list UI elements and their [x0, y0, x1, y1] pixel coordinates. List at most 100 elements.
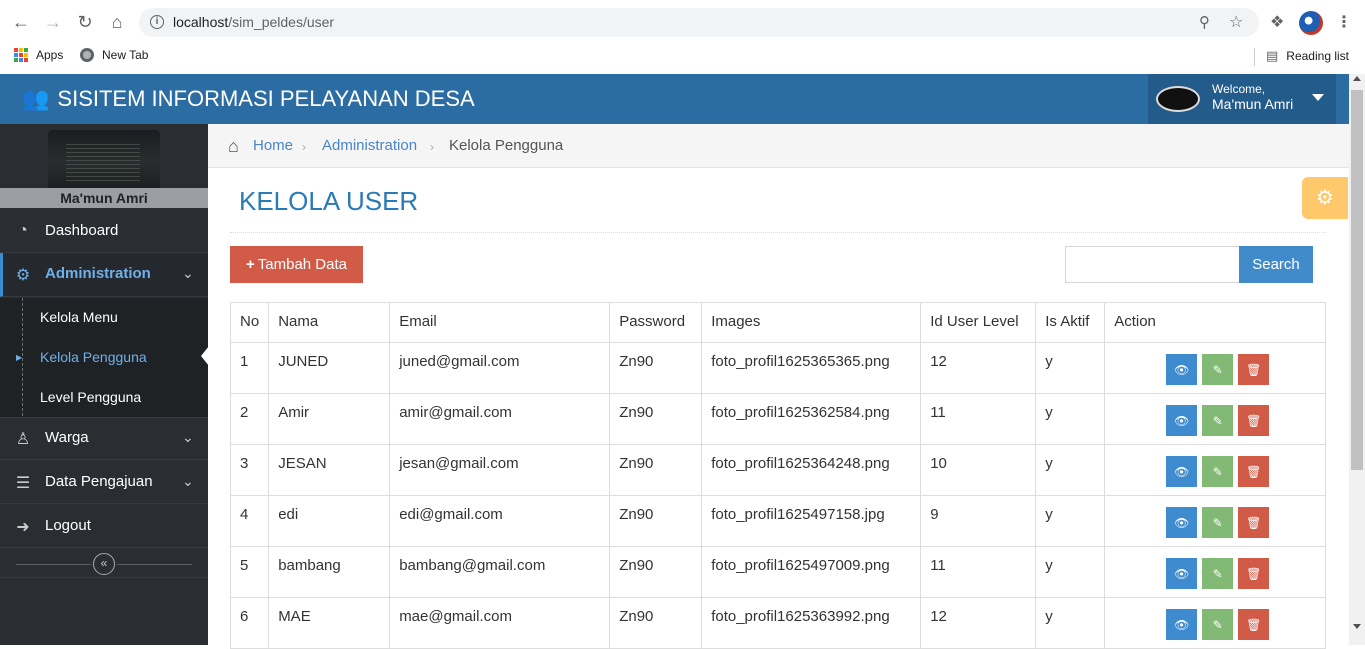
column-header-nama[interactable]: Nama: [268, 302, 391, 343]
view-button[interactable]: 👁: [1166, 354, 1198, 385]
address-bar[interactable]: i localhost/sim_peldes/user ⚲ ☆: [139, 8, 1259, 37]
search-button[interactable]: Search: [1239, 246, 1313, 283]
forward-icon[interactable]: →: [41, 10, 65, 34]
cell-email: jesan@gmail.com: [389, 444, 611, 496]
edit-button[interactable]: ✎: [1202, 507, 1234, 538]
cell-nama: MAE: [268, 597, 391, 649]
home-icon[interactable]: ⌂: [105, 10, 129, 34]
bookmark-star-icon[interactable]: ☆: [1229, 12, 1243, 32]
cell-id-user-level: 12: [920, 342, 1037, 394]
edit-icon: ✎: [1212, 464, 1223, 479]
caret-down-icon: [1312, 94, 1324, 101]
back-icon[interactable]: ←: [9, 10, 33, 34]
sidebar-user-name: Ma'mun Amri: [0, 188, 208, 208]
breadcrumb-home[interactable]: Home: [253, 137, 293, 154]
edit-button[interactable]: ✎: [1202, 405, 1234, 436]
browser-menu-icon[interactable]: ⋮: [1336, 12, 1352, 32]
edit-button[interactable]: ✎: [1202, 558, 1234, 589]
sidebar: Ma'mun Amri ◔ Dashboard ⚙ Administration…: [0, 124, 208, 645]
extensions-icon[interactable]: ❖: [1270, 12, 1284, 32]
cell-password: Zn90: [609, 495, 703, 547]
cell-nama: JUNED: [268, 342, 391, 394]
user-menu[interactable]: Welcome, Ma'mun Amri: [1148, 74, 1336, 124]
home-icon[interactable]: ⌂: [228, 136, 239, 157]
sidebar-item-administration[interactable]: ⚙ Administration ⌄: [0, 253, 208, 297]
scroll-up-icon[interactable]: [1353, 76, 1361, 81]
reading-list[interactable]: ▤ Reading list: [1266, 48, 1349, 64]
cell-nama: bambang: [268, 546, 391, 598]
zoom-icon[interactable]: ⚲: [1199, 13, 1210, 31]
edit-button[interactable]: ✎: [1202, 354, 1234, 385]
sidebar-item-logout[interactable]: ➜ Logout: [0, 505, 208, 548]
view-button[interactable]: 👁: [1166, 558, 1198, 589]
sidebar-subitem-kelola-menu[interactable]: Kelola Menu: [0, 298, 208, 338]
cell-no: 2: [229, 393, 270, 445]
sidebar-subitem-kelola-pengguna[interactable]: ▶ Kelola Pengguna: [0, 338, 208, 378]
breadcrumb-administration[interactable]: Administration: [322, 137, 417, 154]
bookmark-new-tab[interactable]: New Tab: [80, 48, 148, 62]
view-icon: 👁: [1174, 566, 1190, 581]
delete-button[interactable]: 🗑: [1238, 354, 1270, 385]
cell-id-user-level: 10: [920, 444, 1037, 496]
column-header-is-aktif[interactable]: Is Aktif: [1035, 302, 1106, 343]
table-row: 4 edi edi@gmail.com Zn90 foto_profil16254971…: [229, 495, 1326, 547]
cell-id-user-level: 9: [920, 495, 1037, 547]
delete-button[interactable]: 🗑: [1238, 507, 1270, 538]
view-button[interactable]: 👁: [1166, 405, 1198, 436]
delete-button[interactable]: 🗑: [1238, 558, 1270, 589]
user-icon: ♙: [15, 431, 31, 448]
scroll-down-icon[interactable]: [1353, 624, 1361, 629]
row-actions: 👁 ✎ 🗑: [1114, 557, 1316, 589]
scroll-thumb[interactable]: [1351, 90, 1363, 470]
sidebar-subitem-level-pengguna[interactable]: Level Pengguna: [0, 378, 208, 418]
profile-avatar[interactable]: [1299, 11, 1323, 35]
edit-button[interactable]: ✎: [1202, 456, 1234, 487]
cell-no: 4: [229, 495, 270, 547]
column-header-email[interactable]: Email: [389, 302, 611, 343]
app-header: 👥 SISITEM INFORMASI PELAYANAN DESA Welco…: [0, 74, 1349, 124]
column-header-action: Action: [1104, 302, 1326, 343]
brand[interactable]: 👥 SISITEM INFORMASI PELAYANAN DESA: [22, 86, 475, 112]
sidebar-item-label: Dashboard: [45, 222, 119, 239]
breadcrumb: ⌂ Home › Administration › Kelola Penggun…: [208, 124, 1349, 168]
sidebar-item-label: Data Pengajuan: [45, 473, 153, 490]
plus-icon: +: [246, 256, 255, 273]
cell-nama: edi: [268, 495, 391, 547]
row-actions: 👁 ✎ 🗑: [1114, 353, 1316, 385]
column-header-id-user-level[interactable]: Id User Level: [920, 302, 1037, 343]
view-button[interactable]: 👁: [1166, 609, 1198, 640]
edit-icon: ✎: [1212, 362, 1223, 377]
delete-button[interactable]: 🗑: [1238, 405, 1270, 436]
sidebar-item-dashboard[interactable]: ◔ Dashboard: [0, 210, 208, 253]
cell-action: 👁 ✎ 🗑: [1104, 444, 1326, 496]
delete-button[interactable]: 🗑: [1238, 456, 1270, 487]
reading-list-icon: ▤: [1266, 48, 1279, 63]
search-input[interactable]: [1065, 246, 1240, 283]
view-icon: 👁: [1174, 515, 1190, 530]
edit-button[interactable]: ✎: [1202, 609, 1234, 640]
add-data-button[interactable]: + Tambah Data: [230, 246, 363, 283]
cell-images: foto_profil1625497009.png: [701, 546, 922, 598]
users-icon: 👥: [22, 86, 50, 111]
reload-icon[interactable]: ↻: [73, 10, 97, 34]
server-icon: ☰: [15, 475, 31, 492]
sidebar-item-data-pengajuan[interactable]: ☰ Data Pengajuan ⌄: [0, 461, 208, 504]
active-item-notch: [201, 346, 209, 366]
sidebar-item-warga[interactable]: ♙ Warga ⌄: [0, 417, 208, 460]
logout-icon: ➜: [16, 519, 30, 536]
column-header-no[interactable]: No: [229, 302, 270, 343]
cell-action: 👁 ✎ 🗑: [1104, 342, 1326, 394]
cell-email: amir@gmail.com: [389, 393, 611, 445]
cell-action: 👁 ✎ 🗑: [1104, 393, 1326, 445]
delete-button[interactable]: 🗑: [1238, 609, 1270, 640]
page-scrollbar[interactable]: [1349, 74, 1365, 645]
view-button[interactable]: 👁: [1166, 507, 1198, 538]
column-header-password[interactable]: Password: [609, 302, 703, 343]
view-button[interactable]: 👁: [1166, 456, 1198, 487]
sidebar-item-label: Administration: [45, 265, 151, 282]
settings-gear-icon[interactable]: ⚙: [1302, 177, 1348, 219]
info-icon[interactable]: i: [150, 15, 164, 29]
bookmark-apps[interactable]: Apps: [14, 48, 63, 62]
column-header-images[interactable]: Images: [701, 302, 922, 343]
collapse-sidebar-icon[interactable]: «: [93, 553, 115, 575]
